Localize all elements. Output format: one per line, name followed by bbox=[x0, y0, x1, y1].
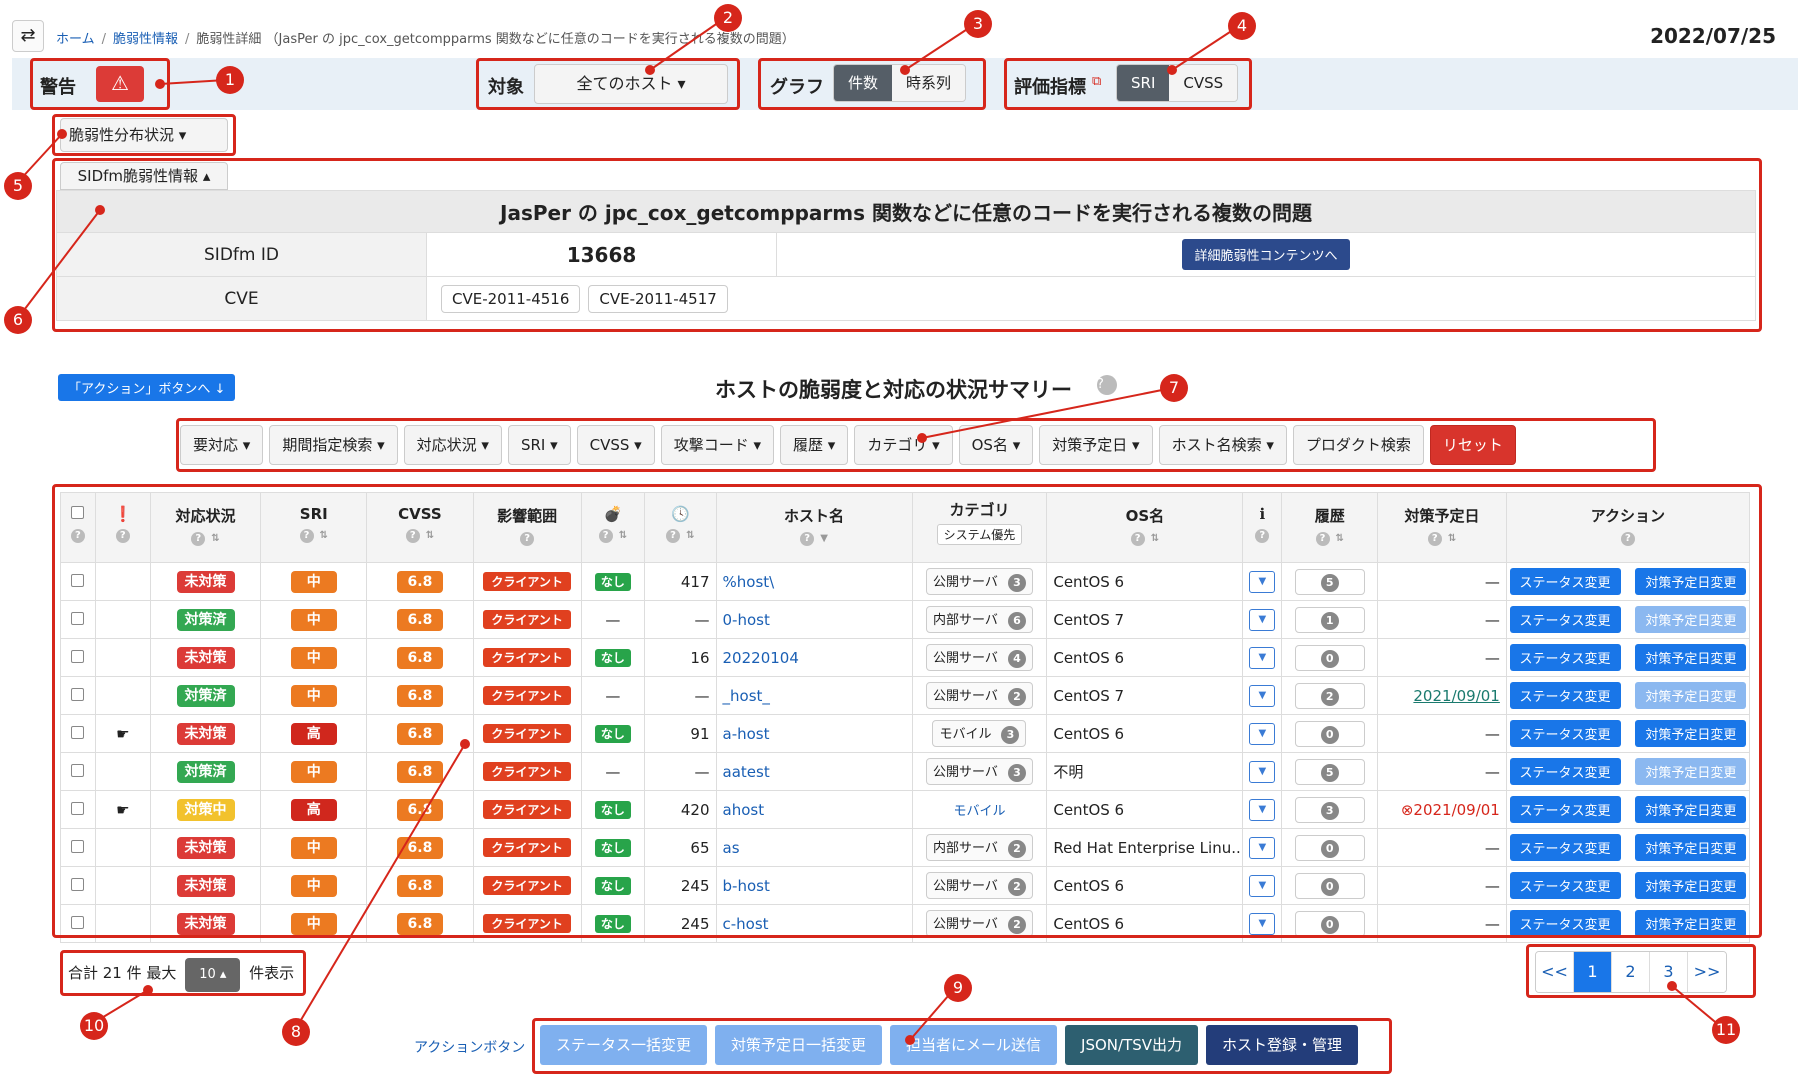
callout-9: 9 bbox=[944, 974, 972, 1002]
callout-6: 6 bbox=[4, 306, 32, 334]
summary-title: ホストの脆弱度と対応の状況サマリー bbox=[715, 378, 1072, 402]
annotation-box bbox=[532, 1018, 1392, 1074]
annotation-box bbox=[60, 950, 306, 996]
annotation-box bbox=[1526, 944, 1756, 998]
callout-5: 5 bbox=[4, 172, 32, 200]
annotation-box bbox=[476, 58, 740, 110]
annotation-box bbox=[176, 418, 1656, 472]
jump-to-actions-button[interactable]: 「アクション」ボタンへ ↓ bbox=[58, 374, 236, 401]
current-date: 2022/07/25 bbox=[1650, 24, 1776, 48]
annotation-box bbox=[52, 158, 1762, 332]
annotation-box bbox=[758, 58, 986, 110]
action-buttons-label: アクションボタン bbox=[414, 1040, 526, 1056]
callout-7: 7 bbox=[1160, 374, 1188, 402]
callout-10: 10 bbox=[80, 1012, 108, 1040]
swap-icon[interactable]: ⇄ bbox=[12, 20, 44, 52]
callout-11: 11 bbox=[1712, 1016, 1740, 1044]
annotation-box bbox=[1004, 58, 1252, 110]
breadcrumb-vuln-info[interactable]: 脆弱性情報 bbox=[113, 32, 178, 47]
help-icon[interactable]: ? bbox=[1097, 375, 1117, 395]
callout-1: 1 bbox=[216, 66, 244, 94]
annotation-box bbox=[52, 484, 1762, 938]
callout-3: 3 bbox=[964, 10, 992, 38]
breadcrumb-current: 脆弱性詳細 （JasPer の jpc_cox_getcompparms 関数な… bbox=[196, 32, 795, 47]
callout-2: 2 bbox=[714, 4, 742, 32]
breadcrumb: ホーム / 脆弱性情報 / 脆弱性詳細 （JasPer の jpc_cox_getcom… bbox=[56, 32, 795, 47]
callout-4: 4 bbox=[1228, 12, 1256, 40]
callout-8: 8 bbox=[282, 1018, 310, 1046]
annotation-box bbox=[52, 114, 236, 156]
annotation-box bbox=[30, 58, 170, 110]
breadcrumb-home[interactable]: ホーム bbox=[56, 32, 95, 47]
